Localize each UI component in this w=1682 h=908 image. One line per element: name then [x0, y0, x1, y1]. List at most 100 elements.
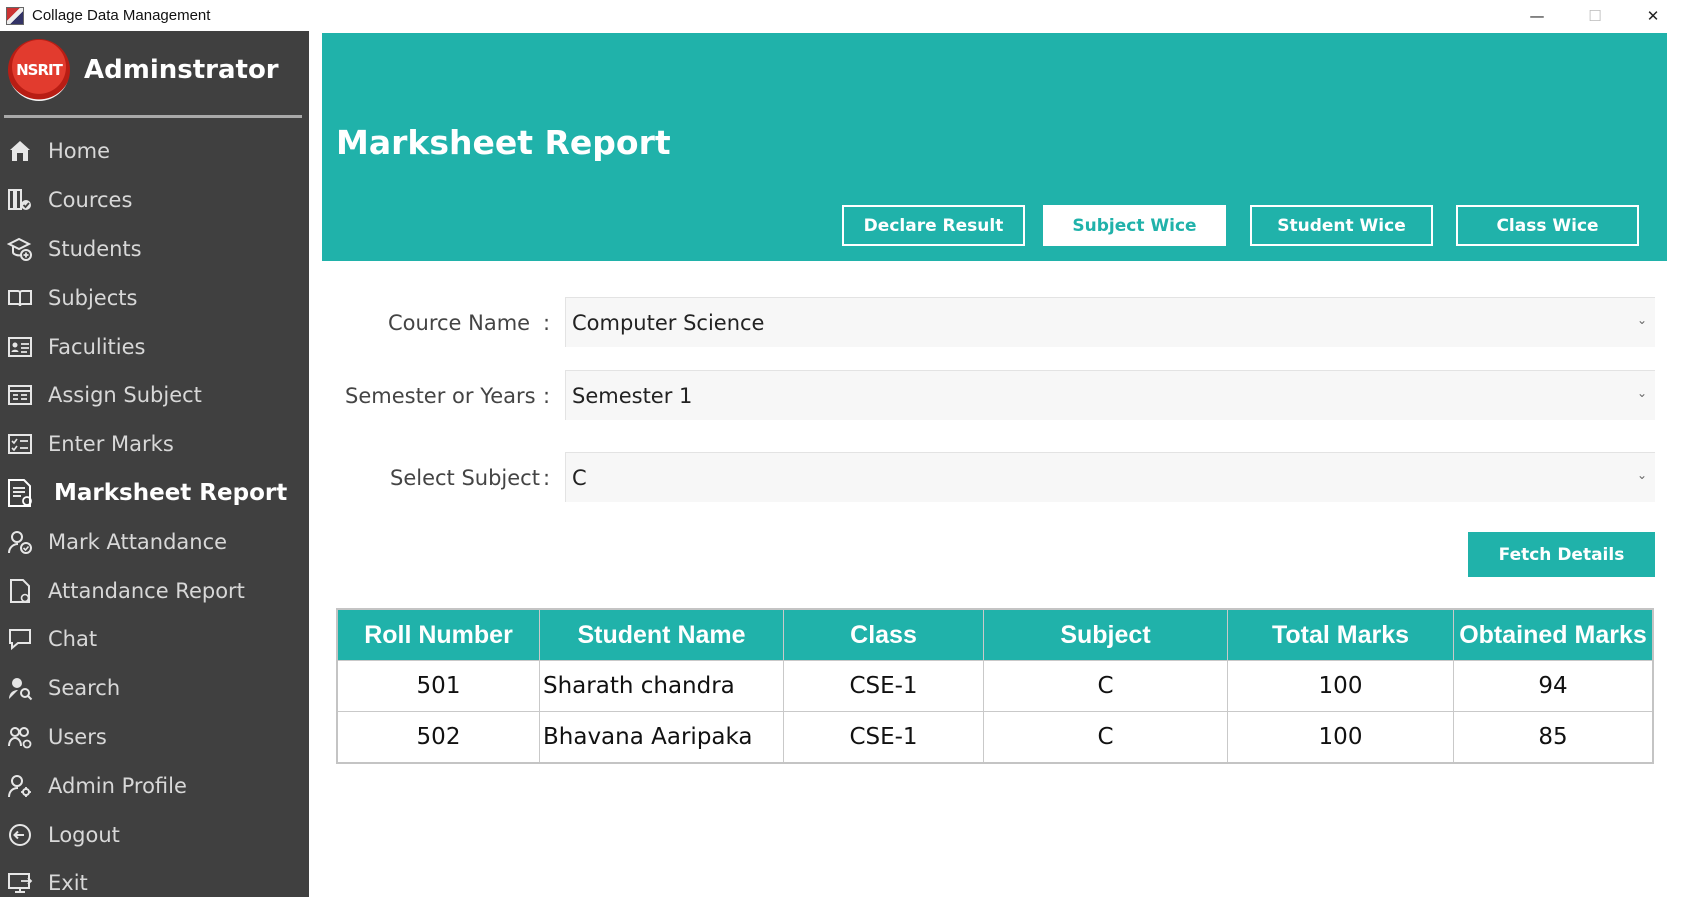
sidebar-item-label: Chat [48, 627, 98, 652]
page-header: Marksheet Report Declare Result Subject … [322, 33, 1667, 261]
app-icon [6, 6, 24, 25]
home-icon [6, 137, 34, 165]
obtained-marks-cell: 85 [1538, 724, 1568, 750]
marks-icon [6, 430, 34, 458]
window-title: Collage Data Management [32, 7, 211, 24]
sidebar-title: Adminstrator [84, 55, 279, 85]
sidebar-item-label: Enter Marks [48, 432, 174, 457]
declare-result-button[interactable]: Declare Result [842, 205, 1025, 246]
subject-cell: C [984, 712, 1228, 762]
sidebar-item-label: Students [48, 236, 142, 261]
chat-icon [6, 625, 34, 653]
courses-icon [6, 186, 34, 214]
sidebar-item-enter-marks[interactable]: Enter Marks [0, 420, 309, 469]
sidebar-item-label: Logout [48, 822, 120, 847]
sidebar-item-assign-subject[interactable]: Assign Subject [0, 371, 309, 420]
course-name-label: Cource Name [388, 311, 531, 335]
column-header-student-name[interactable]: Student Name [540, 610, 784, 660]
subject-value: C [572, 465, 587, 490]
sidebar-item-logout[interactable]: Logout [0, 810, 309, 859]
sidebar-item-students[interactable]: Students [0, 225, 309, 274]
table-header-row: Roll Number Student Name Class Subject T… [338, 610, 1652, 660]
total-marks-cell: 100 [1228, 661, 1454, 711]
sidebar-item-marksheet-report[interactable]: Marksheet Report [0, 469, 309, 518]
subject-label: Select Subject [390, 466, 540, 490]
column-header-total-marks[interactable]: Total Marks [1228, 610, 1454, 660]
nsrit-logo: NSRIT [8, 39, 70, 101]
attendance-icon [6, 528, 34, 556]
sidebar-item-subjects[interactable]: Subjects [0, 273, 309, 322]
column-header-obtained-marks[interactable]: Obtained Marks [1454, 610, 1652, 660]
obtained-marks-cell: 94 [1538, 673, 1568, 699]
sidebar-item-admin-profile[interactable]: Admin Profile [0, 761, 309, 810]
sidebar-item-home[interactable]: Home [0, 127, 309, 176]
title-bar: Collage Data Management — ☐ ✕ [0, 0, 1682, 31]
sidebar-item-mark-attandance[interactable]: Mark Attandance [0, 517, 309, 566]
page-title: Marksheet Report [336, 123, 671, 162]
sidebar-item-label: Mark Attandance [48, 529, 228, 554]
table-row[interactable]: 502 Bhavana Aaripaka CSE-1 C 100 85 [338, 711, 1652, 762]
report-icon [6, 478, 34, 507]
sidebar-item-search[interactable]: Search [0, 664, 309, 713]
sidebar-item-cources[interactable]: Cources [0, 176, 309, 225]
chevron-down-icon: ⌄ [1636, 386, 1647, 400]
maximize-button[interactable]: ☐ [1566, 0, 1624, 31]
sidebar-item-label: Search [48, 676, 121, 701]
class-wise-button[interactable]: Class Wice [1456, 205, 1639, 246]
brand: NSRIT Adminstrator [8, 39, 279, 101]
course-name-value: Computer Science [572, 310, 765, 335]
sidebar-divider [4, 115, 302, 118]
sidebar-item-label: Admin Profile [48, 773, 187, 798]
sidebar-item-label: Faculities [48, 334, 146, 359]
close-button[interactable]: ✕ [1624, 0, 1682, 31]
sidebar-item-label: Assign Subject [48, 383, 202, 408]
column-header-roll-number[interactable]: Roll Number [338, 610, 540, 660]
student-wise-button[interactable]: Student Wice [1250, 205, 1433, 246]
class-cell: CSE-1 [784, 712, 984, 762]
book-icon [6, 284, 34, 312]
student-name-cell: Sharath chandra [540, 661, 784, 711]
subject-cell: C [984, 661, 1228, 711]
assign-icon [6, 381, 34, 409]
class-cell: CSE-1 [784, 661, 984, 711]
minimize-button[interactable]: — [1508, 0, 1566, 31]
sidebar-item-label: Home [48, 139, 111, 164]
sidebar-item-attandance-report[interactable]: Attandance Report [0, 566, 309, 615]
chevron-down-icon: ⌄ [1636, 468, 1647, 482]
sidebar-item-chat[interactable]: Chat [0, 615, 309, 664]
semester-value: Semester 1 [572, 383, 693, 408]
sidebar-item-exit[interactable]: Exit [0, 859, 309, 908]
column-header-subject[interactable]: Subject [984, 610, 1228, 660]
subject-select[interactable]: C ⌄ [565, 452, 1655, 502]
fetch-details-button[interactable]: Fetch Details [1468, 532, 1655, 577]
admin-icon [6, 772, 34, 800]
subject-wise-button[interactable]: Subject Wice [1043, 205, 1226, 246]
sidebar-item-label: Users [48, 724, 107, 749]
marks-table: Roll Number Student Name Class Subject T… [336, 608, 1654, 764]
exit-icon [6, 869, 34, 897]
course-name-select[interactable]: Computer Science ⌄ [565, 297, 1655, 347]
semester-select[interactable]: Semester 1 ⌄ [565, 370, 1655, 420]
table-row[interactable]: 501 Sharath chandra CSE-1 C 100 94 [338, 660, 1652, 711]
column-header-class[interactable]: Class [784, 610, 984, 660]
search-user-icon [6, 674, 34, 702]
student-name-cell: Bhavana Aaripaka [540, 712, 784, 762]
colon: : [543, 311, 551, 335]
roll-number-cell: 502 [338, 712, 540, 762]
sidebar-item-label: Marksheet Report [54, 479, 288, 506]
students-icon [6, 235, 34, 263]
colon: : [543, 384, 551, 408]
logout-icon [6, 821, 34, 849]
roll-number-cell: 501 [338, 661, 540, 711]
sidebar-item-label: Exit [48, 871, 88, 896]
chevron-down-icon: ⌄ [1636, 313, 1647, 327]
total-marks-cell: 100 [1228, 712, 1454, 762]
sidebar-item-users[interactable]: Users [0, 713, 309, 762]
sidebar-nav: Home Cources Students Subjects Faculitie… [0, 127, 309, 908]
faculty-icon [6, 333, 34, 361]
sidebar-item-label: Cources [48, 188, 133, 213]
sidebar-item-label: Subjects [48, 285, 138, 310]
document-icon [6, 577, 34, 605]
users-icon [6, 723, 34, 751]
sidebar-item-faculities[interactable]: Faculities [0, 322, 309, 371]
